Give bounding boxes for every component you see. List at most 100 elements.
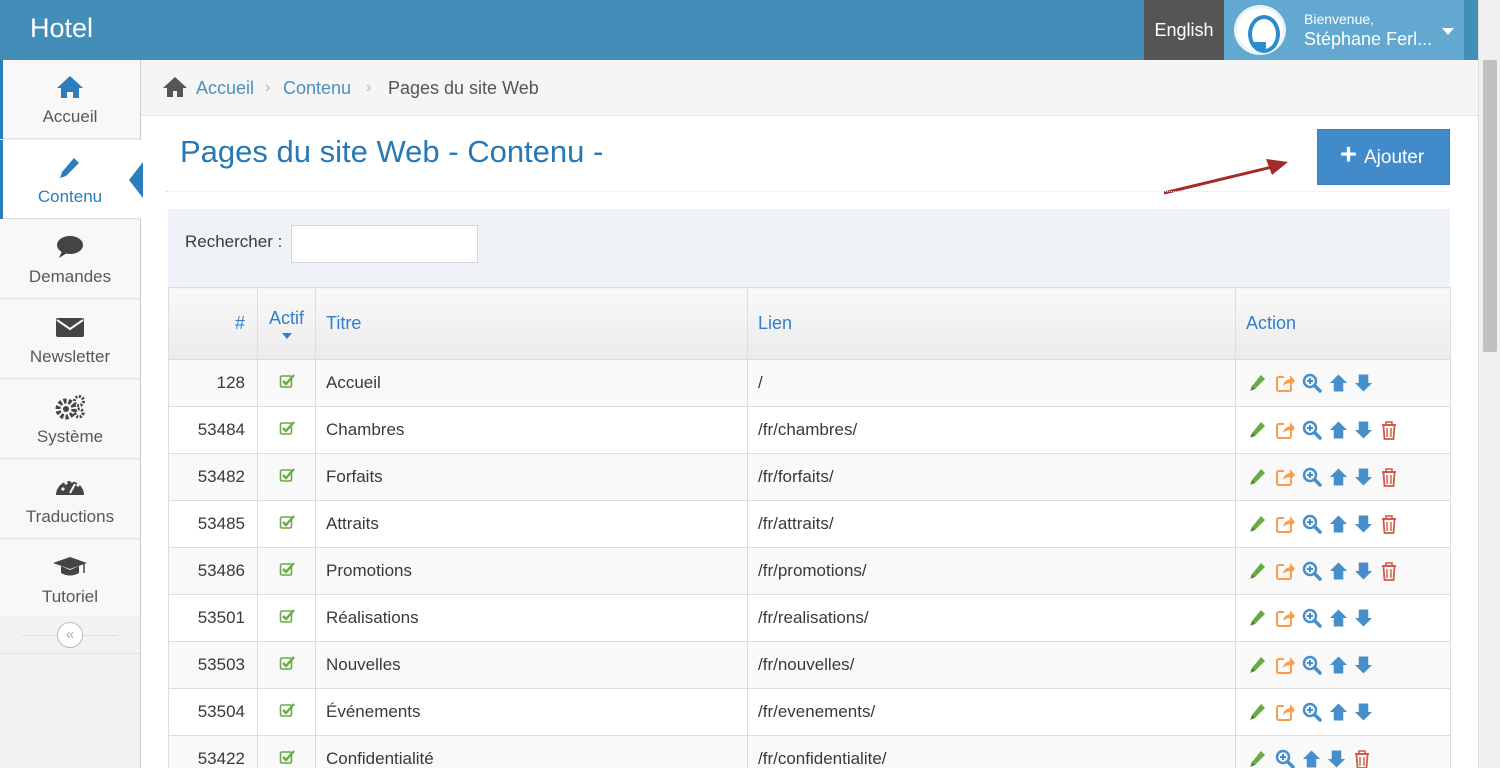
user-name: Stéphane Ferl... bbox=[1304, 29, 1433, 49]
arrow-up-icon[interactable] bbox=[1329, 561, 1348, 581]
check-square-icon[interactable] bbox=[279, 749, 295, 765]
cell-lien: /fr/forfaits/ bbox=[747, 453, 1236, 501]
trash-icon[interactable] bbox=[1379, 420, 1400, 441]
arrow-up-icon[interactable] bbox=[1329, 608, 1348, 628]
check-square-icon[interactable] bbox=[279, 420, 295, 436]
share-square-icon[interactable] bbox=[1275, 467, 1296, 487]
sidebar-item-tutoriel[interactable]: Tutoriel bbox=[0, 540, 140, 619]
arrow-down-icon[interactable] bbox=[1327, 749, 1346, 768]
cell-titre: Forfaits bbox=[315, 453, 748, 501]
zoom-in-icon[interactable] bbox=[1302, 702, 1323, 722]
sidebar-item-newsletter[interactable]: Newsletter bbox=[0, 300, 140, 379]
double-chevron-left-icon[interactable]: « bbox=[57, 622, 83, 648]
breadcrumb-contenu[interactable]: Contenu bbox=[283, 78, 351, 99]
pencil-icon[interactable] bbox=[1248, 467, 1269, 487]
column-header-action: Action bbox=[1235, 287, 1451, 360]
sidebar-item-label: Demandes bbox=[28, 267, 112, 286]
check-square-icon[interactable] bbox=[279, 467, 295, 483]
check-square-icon[interactable] bbox=[279, 655, 295, 671]
cell-actif bbox=[257, 641, 316, 689]
zoom-in-icon[interactable] bbox=[1275, 749, 1296, 768]
arrow-down-icon[interactable] bbox=[1354, 608, 1373, 628]
table-row: 128 Accueil / bbox=[168, 359, 1451, 407]
user-menu[interactable]: Bienvenue, Stéphane Ferl... bbox=[1224, 0, 1464, 60]
arrow-up-icon[interactable] bbox=[1329, 420, 1348, 440]
column-header-label: Actif bbox=[268, 308, 304, 328]
brand-logo[interactable]: Hotel bbox=[30, 13, 93, 44]
sidebar-item-traductions[interactable]: Traductions bbox=[0, 460, 140, 539]
pencil-icon[interactable] bbox=[1248, 702, 1269, 722]
cell-id: 53501 bbox=[168, 594, 258, 642]
action-icons bbox=[1248, 420, 1400, 441]
arrow-up-icon[interactable] bbox=[1329, 514, 1348, 534]
zoom-in-icon[interactable] bbox=[1302, 655, 1323, 675]
table-row: 53486 Promotions/fr/promotions/ bbox=[168, 547, 1451, 595]
pencil-icon[interactable] bbox=[1248, 608, 1269, 628]
sidebar-item-contenu[interactable]: Contenu bbox=[0, 140, 143, 219]
pencil-icon[interactable] bbox=[1248, 561, 1269, 581]
check-square-icon[interactable] bbox=[279, 702, 295, 718]
share-square-icon[interactable] bbox=[1275, 420, 1296, 440]
pencil-icon[interactable] bbox=[1248, 655, 1269, 675]
arrow-down-icon[interactable] bbox=[1354, 467, 1373, 487]
pencil-icon[interactable] bbox=[1248, 373, 1269, 393]
arrow-up-icon[interactable] bbox=[1329, 373, 1348, 393]
table-body: 128 Accueil/ 53484 Chambres/fr/chambres/534… bbox=[168, 359, 1451, 768]
zoom-in-icon[interactable] bbox=[1302, 467, 1323, 487]
arrow-down-icon[interactable] bbox=[1354, 514, 1373, 534]
language-switch[interactable]: English bbox=[1144, 0, 1224, 60]
zoom-in-icon[interactable] bbox=[1302, 561, 1323, 581]
add-button[interactable]: + Ajouter bbox=[1317, 129, 1450, 185]
check-square-icon[interactable] bbox=[279, 373, 295, 389]
trash-icon[interactable] bbox=[1379, 467, 1400, 488]
sidebar-item-demandes[interactable]: Demandes bbox=[0, 220, 140, 299]
pencil-icon[interactable] bbox=[1248, 749, 1269, 768]
arrow-down-icon[interactable] bbox=[1354, 702, 1373, 722]
share-square-icon[interactable] bbox=[1275, 608, 1296, 628]
trash-icon[interactable] bbox=[1379, 514, 1400, 535]
column-header-num: # bbox=[168, 287, 258, 360]
check-square-icon[interactable] bbox=[279, 561, 295, 577]
table-row: 53504 Événements/fr/evenements/ bbox=[168, 688, 1451, 736]
arrow-up-icon[interactable] bbox=[1302, 749, 1321, 768]
sidebar-item-systeme[interactable]: Système bbox=[0, 380, 140, 459]
breadcrumb: Accueil › Contenu › Pages du site Web bbox=[141, 60, 1478, 116]
scrollbar-thumb[interactable] bbox=[1483, 60, 1497, 352]
pencil-icon[interactable] bbox=[1248, 514, 1269, 534]
column-header-lien[interactable]: Lien bbox=[747, 287, 1236, 360]
sidebar-item-accueil[interactable]: Accueil bbox=[0, 60, 140, 139]
cell-titre: Promotions bbox=[315, 547, 748, 595]
share-square-icon[interactable] bbox=[1275, 655, 1296, 675]
trash-icon[interactable] bbox=[1379, 561, 1400, 582]
arrow-down-icon[interactable] bbox=[1354, 655, 1373, 675]
arrow-up-icon[interactable] bbox=[1329, 702, 1348, 722]
zoom-in-icon[interactable] bbox=[1302, 514, 1323, 534]
check-square-icon[interactable] bbox=[279, 608, 295, 624]
cell-action bbox=[1235, 688, 1451, 736]
arrow-up-icon[interactable] bbox=[1329, 655, 1348, 675]
zoom-in-icon[interactable] bbox=[1302, 608, 1323, 628]
column-header-actif[interactable]: Actif bbox=[257, 287, 316, 360]
sidebar-item-label: Newsletter bbox=[29, 347, 111, 366]
home-icon[interactable] bbox=[163, 76, 187, 98]
arrow-up-icon[interactable] bbox=[1329, 467, 1348, 487]
zoom-in-icon[interactable] bbox=[1302, 373, 1323, 393]
cell-actif bbox=[257, 688, 316, 736]
share-square-icon[interactable] bbox=[1275, 514, 1296, 534]
check-square-icon[interactable] bbox=[279, 514, 295, 530]
trash-icon[interactable] bbox=[1352, 749, 1373, 768]
search-input[interactable] bbox=[291, 225, 478, 263]
arrow-down-icon[interactable] bbox=[1354, 420, 1373, 440]
zoom-in-icon[interactable] bbox=[1302, 420, 1323, 440]
action-icons bbox=[1248, 608, 1373, 628]
arrow-down-icon[interactable] bbox=[1354, 373, 1373, 393]
column-header-titre[interactable]: Titre bbox=[315, 287, 748, 360]
pencil-icon[interactable] bbox=[1248, 420, 1269, 440]
share-square-icon[interactable] bbox=[1275, 561, 1296, 581]
share-square-icon[interactable] bbox=[1275, 702, 1296, 722]
arrow-down-icon[interactable] bbox=[1354, 561, 1373, 581]
table-row: 53503 Nouvelles/fr/nouvelles/ bbox=[168, 641, 1451, 689]
breadcrumb-accueil[interactable]: Accueil bbox=[196, 78, 254, 99]
share-square-icon[interactable] bbox=[1275, 373, 1296, 393]
vertical-scrollbar[interactable] bbox=[1478, 0, 1500, 768]
